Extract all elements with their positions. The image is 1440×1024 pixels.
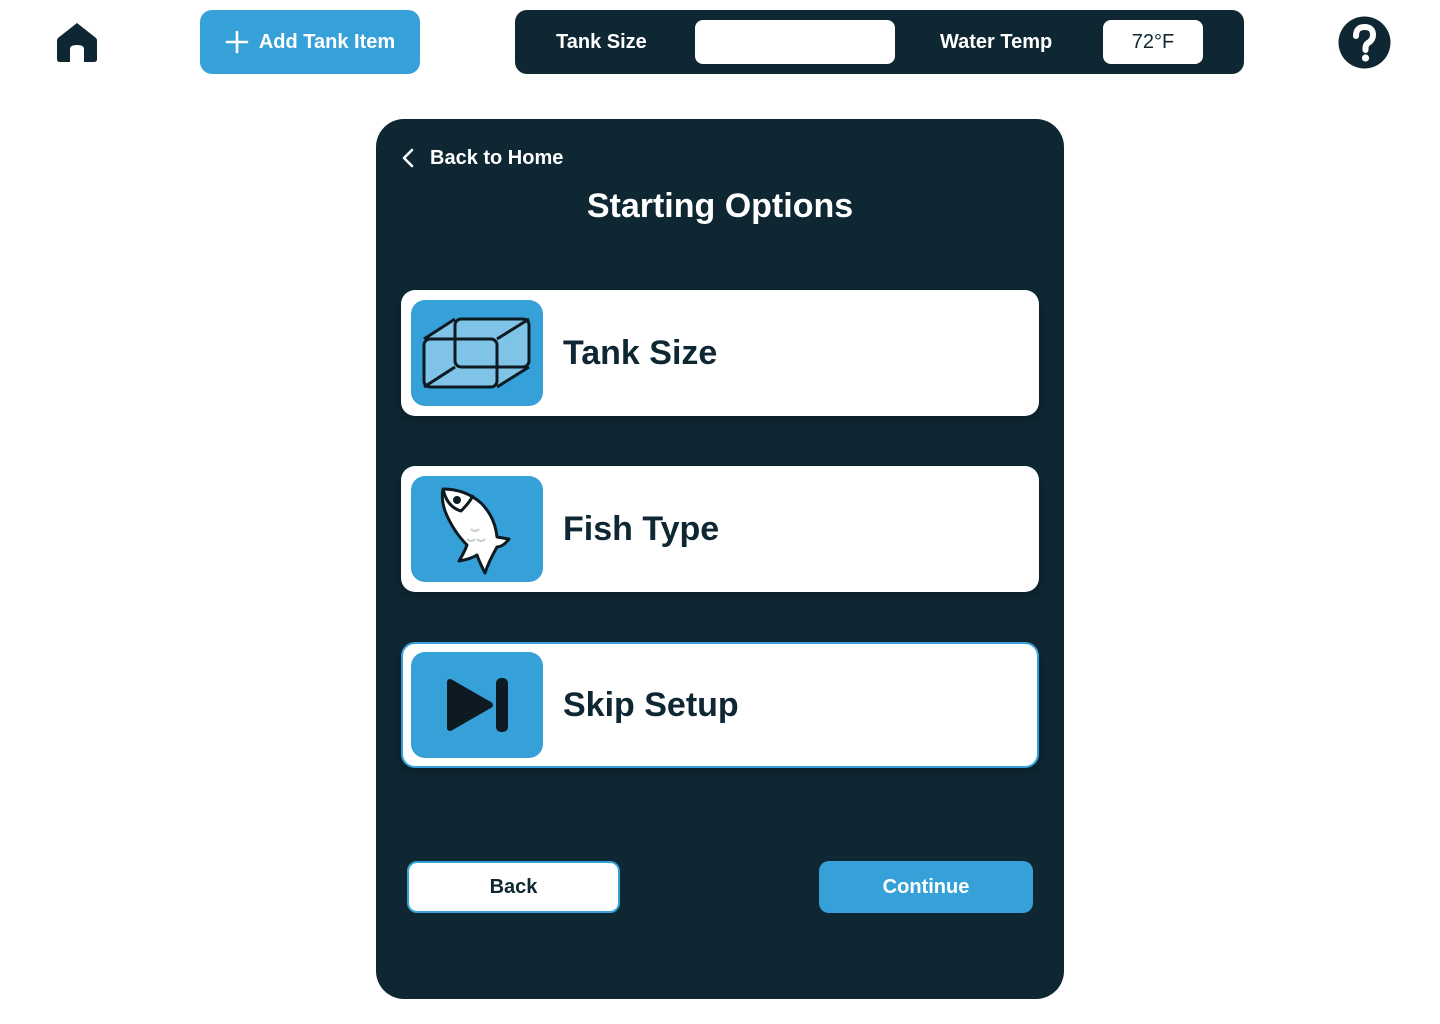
help-icon [1338,16,1391,69]
home-button[interactable] [56,20,98,64]
help-button[interactable] [1338,16,1391,69]
option-tile [411,476,543,582]
tank-cube-icon [422,317,531,389]
tank-size-input[interactable] [695,20,895,64]
option-fish-type[interactable]: Fish Type [401,466,1039,592]
plus-icon [225,30,249,54]
option-tile [411,652,543,758]
option-skip-setup[interactable]: Skip Setup [401,642,1039,768]
add-tank-item-label: Add Tank Item [258,30,396,53]
option-label: Skip Setup [563,685,739,724]
back-to-home-label: Back to Home [430,146,564,169]
tank-settings-toolbar: Tank Size Water Temp [515,10,1244,74]
chevron-left-icon [402,148,414,168]
home-icon [57,23,97,62]
tank-size-label: Tank Size [556,30,647,53]
back-to-home-link[interactable]: Back to Home [400,143,563,173]
option-tile [411,300,543,406]
add-tank-item-button[interactable]: Add Tank Item [200,10,420,74]
option-label: Fish Type [563,509,720,548]
water-temp-input[interactable] [1103,20,1203,64]
option-tank-size[interactable]: Tank Size [401,290,1039,416]
back-button[interactable]: Back [407,861,620,913]
starting-options-panel: Back to Home Starting Options Tank Size [376,119,1064,999]
water-temp-label: Water Temp [940,30,1053,53]
continue-button[interactable]: Continue [819,861,1033,913]
option-label: Tank Size [563,333,718,372]
skip-forward-icon [447,678,508,732]
fish-icon [440,487,511,575]
panel-title: Starting Options [586,187,854,225]
